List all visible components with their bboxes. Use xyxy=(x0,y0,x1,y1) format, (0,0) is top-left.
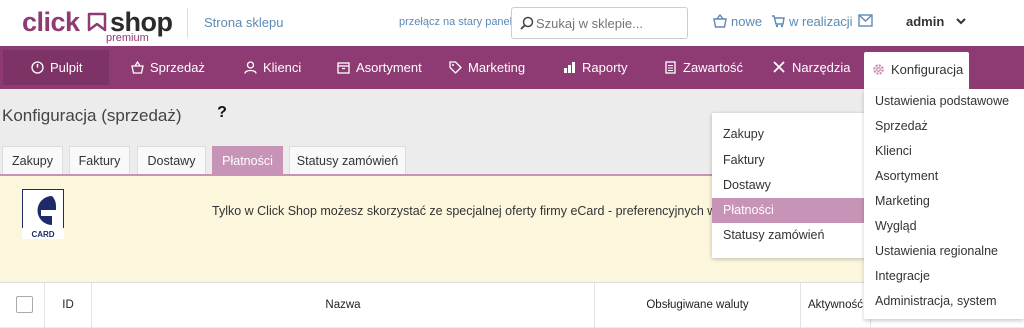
tab-platnosci[interactable]: Płatności xyxy=(212,146,283,175)
config-item-administracja[interactable]: Administracja, system xyxy=(864,289,1024,314)
in-progress-link[interactable]: w realizacji xyxy=(771,14,853,29)
config-item-ustawienia-regionalne[interactable]: Ustawienia regionalne xyxy=(864,239,1024,264)
select-all-checkbox[interactable] xyxy=(16,296,33,313)
clickshop-logo[interactable]: click shop premium xyxy=(22,7,173,44)
column-header-activity[interactable]: Aktywność xyxy=(801,283,871,328)
nav-label: Zawartość xyxy=(683,60,743,75)
gear-icon xyxy=(873,64,884,75)
search-box[interactable] xyxy=(511,7,688,39)
nav-item-sprzedaz[interactable]: Sprzedaż xyxy=(131,46,205,89)
basket-icon xyxy=(713,13,727,28)
config-item-wyglad[interactable]: Wygląd xyxy=(864,214,1024,239)
main-nav: Pulpit Sprzedaż Klienci Asortyment Marke… xyxy=(0,46,1024,89)
nav-item-pulpit[interactable]: Pulpit xyxy=(3,50,109,85)
user-name: admin xyxy=(906,14,945,29)
nav-label: Asortyment xyxy=(356,60,422,75)
top-bar: click shop premium Strona sklepu przełąc… xyxy=(0,0,1024,46)
document-icon xyxy=(665,61,676,74)
config-dropdown: Ustawienia podstawowe Sprzedaż Klienci A… xyxy=(864,89,1024,319)
chart-icon xyxy=(564,62,575,73)
config-item-integracje[interactable]: Integracje xyxy=(864,264,1024,289)
nav-item-raporty[interactable]: Raporty xyxy=(563,46,628,89)
tag-icon xyxy=(449,61,462,74)
store-link[interactable]: Strona sklepu xyxy=(187,8,284,38)
submenu-item-dostawy[interactable]: Dostawy xyxy=(712,173,864,198)
nav-label: Raporty xyxy=(582,60,628,75)
search-icon xyxy=(520,16,534,30)
logo-arrow-icon xyxy=(87,12,107,32)
nav-item-klienci[interactable]: Klienci xyxy=(244,46,301,89)
ecard-logo-text: CARD xyxy=(31,230,54,239)
mail-icon[interactable] xyxy=(858,14,873,27)
nav-label: Konfiguracja xyxy=(891,62,964,77)
tab-statusy[interactable]: Statusy zamówień xyxy=(289,146,406,174)
user-icon xyxy=(244,61,257,74)
submenu-item-platnosci[interactable]: Płatności xyxy=(712,198,864,223)
logo-click-text: click xyxy=(22,7,80,37)
search-input[interactable] xyxy=(536,12,684,34)
config-item-klienci[interactable]: Klienci xyxy=(864,139,1024,164)
banner-text: Tylko w Click Shop możesz skorzystać ze … xyxy=(212,204,764,218)
nav-label: Klienci xyxy=(263,60,302,75)
user-menu[interactable]: admin xyxy=(906,14,966,29)
box-icon xyxy=(337,62,350,74)
dashboard-icon xyxy=(31,61,44,74)
nav-label: Pulpit xyxy=(50,60,83,75)
config-item-ustawienia-podstawowe[interactable]: Ustawienia podstawowe xyxy=(864,89,1024,114)
old-panel-link[interactable]: przełącz na stary panel xyxy=(399,16,512,28)
new-orders-link[interactable]: nowe xyxy=(713,13,763,29)
logo-premium-text: premium xyxy=(106,32,149,44)
nav-item-narzedzia[interactable]: Narzędzia xyxy=(772,46,851,89)
column-header-id[interactable]: ID xyxy=(45,283,92,328)
sales-submenu: Zakupy Faktury Dostawy Płatności Statusy… xyxy=(712,113,865,258)
nav-item-konfiguracja[interactable]: Konfiguracja xyxy=(864,52,969,89)
basket-icon xyxy=(131,60,144,74)
submenu-item-statusy[interactable]: Statusy zamówień xyxy=(712,223,864,248)
tab-faktury[interactable]: Faktury xyxy=(69,146,130,174)
new-orders-label: nowe xyxy=(731,14,763,29)
config-item-sprzedaz[interactable]: Sprzedaż xyxy=(864,114,1024,139)
chevron-down-icon xyxy=(956,18,966,25)
nav-label: Narzędzia xyxy=(792,60,851,75)
cart-icon xyxy=(772,15,785,28)
tools-icon xyxy=(773,61,785,73)
tab-dostawy[interactable]: Dostawy xyxy=(137,146,206,174)
in-progress-label: w realizacji xyxy=(789,14,853,29)
column-header-name[interactable]: Nazwa xyxy=(92,283,595,328)
tab-zakupy[interactable]: Zakupy xyxy=(2,146,63,174)
config-item-asortyment[interactable]: Asortyment xyxy=(864,164,1024,189)
nav-item-marketing[interactable]: Marketing xyxy=(449,46,525,89)
config-item-marketing[interactable]: Marketing xyxy=(864,189,1024,214)
nav-item-asortyment[interactable]: Asortyment xyxy=(337,46,422,89)
submenu-item-zakupy[interactable]: Zakupy xyxy=(712,122,864,147)
nav-label: Marketing xyxy=(468,60,526,75)
page-title: Konfiguracja (sprzedaż) xyxy=(2,106,182,125)
nav-label: Sprzedaż xyxy=(150,60,205,75)
nav-item-zawartosc[interactable]: Zawartość xyxy=(664,46,743,89)
submenu-item-faktury[interactable]: Faktury xyxy=(712,148,864,173)
ecard-logo[interactable]: CARD xyxy=(22,189,64,239)
column-header-currencies[interactable]: Obsługiwane waluty xyxy=(595,283,801,328)
help-icon[interactable]: ? xyxy=(213,104,231,126)
